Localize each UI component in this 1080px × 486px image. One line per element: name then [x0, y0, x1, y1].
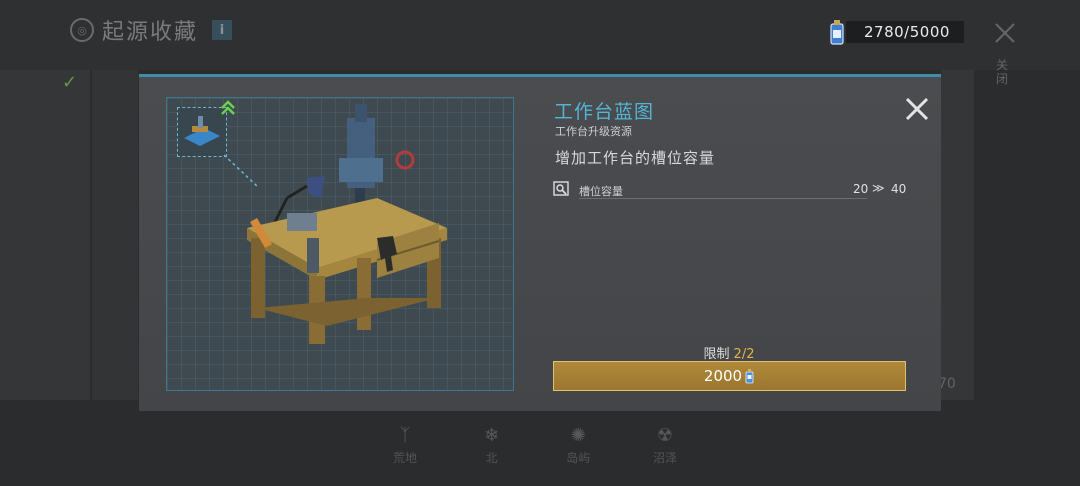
stat-divider [579, 198, 867, 199]
blueprint-preview [166, 97, 514, 391]
radiation-icon: ☢ [656, 425, 674, 446]
nav-label: 荒地 [392, 451, 417, 465]
nav-label: 北 [485, 451, 498, 465]
info-button[interactable]: i [212, 20, 233, 40]
nav-label: 沼泽 [652, 451, 677, 465]
snowflake-icon: ❄ [484, 425, 500, 446]
background-card-left [0, 70, 90, 400]
background-card-left-2 [92, 70, 138, 400]
nav-item-swamp[interactable]: ☢ 沼泽 [640, 425, 690, 475]
modal-description: 增加工作台的槽位容量 [555, 149, 716, 167]
fuel-can-icon [830, 20, 844, 45]
purchase-limit: 限制 2/2 [553, 343, 905, 362]
stat-label: 槽位容量 [579, 185, 623, 198]
background-close-icon[interactable] [990, 18, 1020, 48]
slot-capacity-icon [553, 181, 569, 196]
modal-subtitle: 工作台升级资源 [555, 125, 632, 138]
limit-value: 2/2 [733, 347, 755, 362]
background-title: 起源收藏 [102, 20, 199, 45]
currency-value: 2780/5000 [846, 21, 964, 43]
fuel-can-icon [745, 369, 754, 384]
buy-price: 2000 [703, 367, 743, 385]
grass-icon: ᛉ [399, 425, 411, 446]
nav-item-north[interactable]: ❄ 北 [467, 425, 517, 475]
blueprint-modal: 工作台蓝图 工作台升级资源 增加工作台的槽位容量 槽位容量 20 ≫ 40 限制… [139, 74, 941, 411]
workbench-illustration [247, 104, 447, 344]
limit-label: 限制 [703, 347, 730, 362]
close-icon[interactable] [903, 95, 931, 123]
nav-item-wasteland[interactable]: ᛉ 荒地 [380, 425, 430, 475]
modal-title: 工作台蓝图 [554, 101, 655, 123]
stat-to-value: 40 [891, 182, 907, 196]
double-chevron-icon: ≫ [872, 181, 884, 195]
stat-row-slot-capacity: 槽位容量 20 ≫ 40 [553, 179, 907, 201]
blueprint-icon [184, 116, 220, 146]
stat-from-value: 20 [853, 182, 869, 196]
virus-icon: ✺ [570, 425, 586, 446]
check-icon: ✓ [62, 72, 78, 93]
currency-display: 2780/5000 [826, 20, 964, 45]
background-title-bar: ◎ 起源收藏 i [70, 14, 233, 46]
nav-label: 岛屿 [566, 451, 591, 465]
buy-button[interactable]: 2000 [553, 361, 906, 391]
nav-item-island[interactable]: ✺ 岛屿 [553, 425, 603, 475]
background-close-label: 关闭 [996, 58, 1009, 86]
bottom-nav: ᛉ 荒地 ❄ 北 ✺ 岛屿 ☢ 沼泽 [380, 425, 690, 475]
background-card-right [941, 70, 974, 400]
circle-badge-icon: ◎ [70, 18, 94, 42]
